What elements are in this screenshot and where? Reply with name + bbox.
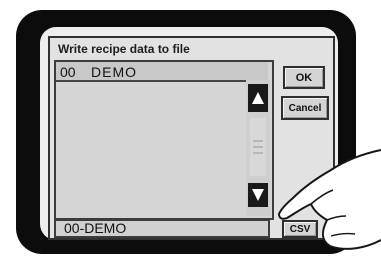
scroll-grip-line bbox=[253, 152, 263, 154]
scroll-grip-line bbox=[253, 146, 263, 148]
triangle-down-icon bbox=[252, 189, 264, 201]
list-item-number: 00 bbox=[60, 64, 76, 80]
cancel-button[interactable]: Cancel bbox=[281, 96, 329, 120]
scroll-down-button[interactable] bbox=[248, 183, 268, 207]
list-item[interactable] bbox=[56, 62, 268, 82]
scroll-grip-line bbox=[253, 140, 263, 142]
dialog-title: Write recipe data to file bbox=[58, 42, 190, 56]
list-item-name: DEMO bbox=[91, 64, 137, 80]
csv-button[interactable]: CSV bbox=[282, 220, 318, 238]
ok-button[interactable]: OK bbox=[283, 66, 325, 89]
scroll-up-button[interactable] bbox=[248, 84, 268, 112]
recipe-list[interactable] bbox=[54, 60, 274, 220]
filename-field[interactable]: 00-DEMO bbox=[54, 219, 270, 238]
triangle-up-icon bbox=[252, 92, 264, 104]
